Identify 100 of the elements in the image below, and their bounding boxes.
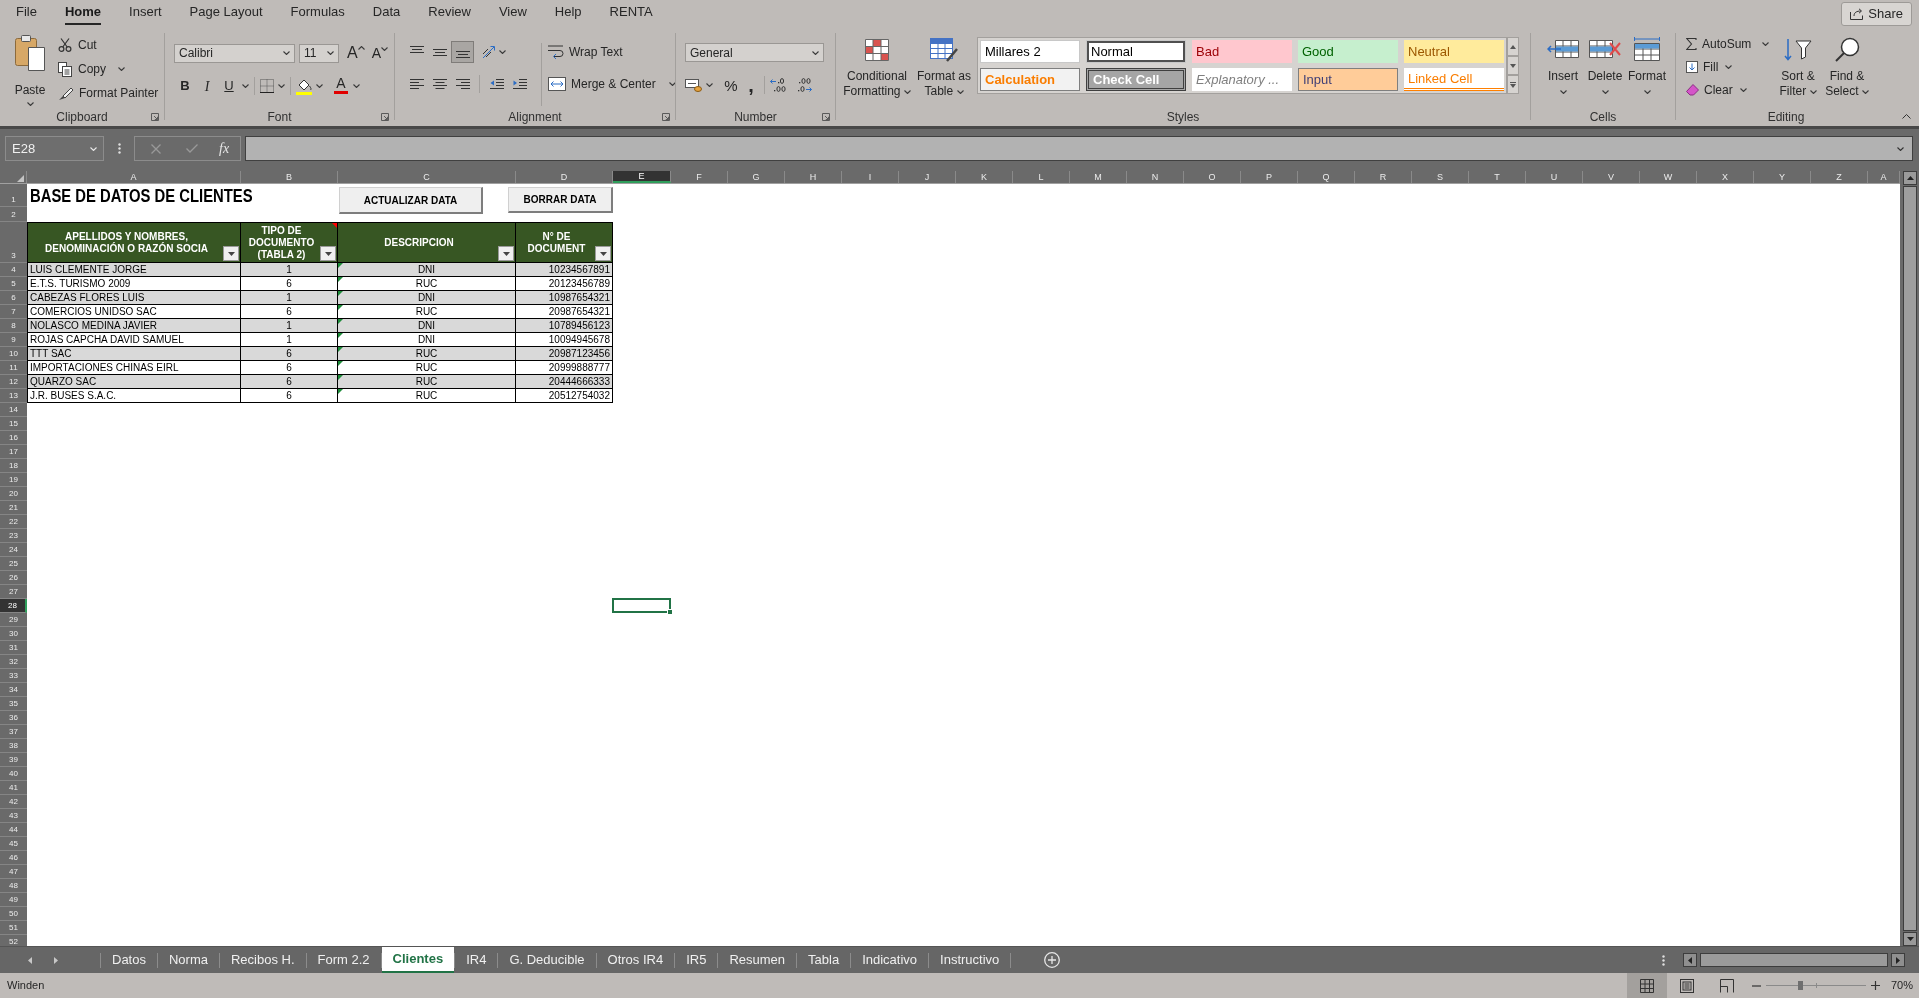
name-box[interactable]: E28 (5, 136, 104, 161)
vertical-dots-icon[interactable] (118, 143, 121, 154)
ribbon-tab[interactable]: RENTA (595, 0, 667, 27)
ribbon-tab[interactable]: Insert (115, 0, 176, 27)
find-select-button[interactable]: Find & Select (1822, 34, 1872, 108)
column-header[interactable]: S (1412, 171, 1469, 183)
triangle-left-icon[interactable] (28, 956, 32, 964)
zoom-out-icon[interactable] (1751, 984, 1761, 987)
ribbon-tab[interactable]: Formulas (276, 0, 359, 27)
scroll-thumb[interactable] (1700, 953, 1888, 967)
zoom-in-icon[interactable] (1870, 981, 1880, 990)
format-button[interactable]: Format (1627, 35, 1667, 108)
gallery-scroll-button[interactable] (1507, 75, 1519, 94)
column-header[interactable]: P (1241, 171, 1298, 183)
bold-button[interactable]: B (174, 76, 196, 96)
font-size-dropdown[interactable]: 11 (299, 43, 339, 63)
sheet-tab[interactable]: Tabla (797, 947, 851, 973)
sheet-tab[interactable]: IR4 (455, 947, 498, 973)
vertical-dots-icon[interactable] (1662, 954, 1665, 966)
grow-font-button[interactable]: A (345, 43, 367, 63)
sheet-tab[interactable]: Datos (101, 947, 157, 973)
sheet-tab[interactable]: Resumen (718, 947, 797, 973)
share-button[interactable]: Share (1841, 2, 1912, 26)
format-as-table-button[interactable]: Format as Table (914, 35, 974, 108)
sheet-tab[interactable]: G. Deducible (498, 947, 596, 973)
view-button[interactable] (1626, 973, 1667, 998)
fill-handle[interactable] (667, 609, 673, 615)
column-header[interactable]: I (842, 171, 899, 183)
ribbon-tab[interactable]: Page Layout (175, 0, 277, 27)
fill-button[interactable]: Fill (1686, 57, 1774, 77)
align-left-icon[interactable] (409, 79, 424, 89)
autosum-button[interactable]: AutoSum (1686, 34, 1774, 54)
decimal-arrow-icon[interactable] (770, 78, 787, 92)
gallery-scroll-button[interactable] (1507, 56, 1519, 75)
dialog-launcher-icon[interactable] (662, 113, 670, 121)
column-header[interactable]: H (785, 171, 842, 183)
zoom-percent[interactable]: 70% (1890, 977, 1913, 994)
column-header[interactable]: C (338, 171, 516, 183)
cell-style-item[interactable]: Millares 2 (980, 40, 1080, 63)
sheet-tab[interactable]: Norma (157, 947, 219, 973)
wrap-text-button[interactable]: Wrap Text (548, 41, 676, 63)
cell-style-item[interactable]: Good (1298, 40, 1398, 63)
scroll-thumb[interactable] (1903, 186, 1917, 931)
dialog-launcher-icon[interactable] (381, 113, 389, 121)
scroll-down-button[interactable] (1903, 932, 1917, 946)
cell-style-item[interactable]: Explanatory ... (1192, 68, 1292, 91)
ribbon-tab[interactable]: Data (358, 0, 415, 27)
ribbon-tab[interactable]: View (484, 0, 541, 27)
row-header[interactable]: 28 (0, 599, 27, 613)
column-header[interactable]: G (728, 171, 785, 183)
indent-icon[interactable] (512, 79, 527, 89)
ribbon-tab[interactable]: Home (50, 0, 116, 27)
column-header[interactable]: Z (1811, 171, 1868, 183)
chevron-up-icon[interactable] (1902, 114, 1911, 119)
filter-dropdown-button[interactable] (595, 246, 611, 261)
sheet-tab[interactable]: Indicativo (851, 947, 929, 973)
filter-dropdown-button[interactable] (320, 246, 336, 261)
font-name-dropdown[interactable]: Calibri (174, 43, 295, 63)
slider-thumb[interactable] (1797, 981, 1803, 990)
number-format-dropdown[interactable]: General (685, 43, 824, 62)
percent-button[interactable]: % (722, 75, 740, 95)
underline-button[interactable]: U (218, 76, 240, 96)
sort-filter-button[interactable]: Sort & Filter (1774, 34, 1822, 108)
column-header[interactable]: A (27, 171, 241, 183)
ribbon-tab[interactable]: Help (540, 0, 596, 27)
sheet-tab[interactable]: IR5 (675, 947, 718, 973)
insert-button[interactable]: Insert (1543, 35, 1583, 108)
paste-button[interactable]: Paste (10, 35, 50, 107)
sheet-button[interactable]: BORRAR DATA (508, 187, 613, 213)
insert-function-button[interactable]: fx (219, 141, 230, 156)
column-header[interactable]: N (1127, 171, 1184, 183)
dialog-launcher-icon[interactable] (151, 113, 159, 121)
cell-style-item[interactable]: Input (1298, 68, 1398, 91)
cell-style-item[interactable]: Normal (1086, 40, 1186, 63)
column-header[interactable]: W (1640, 171, 1697, 183)
gallery-scroll-button[interactable] (1507, 37, 1519, 56)
merge-center-button[interactable]: Merge & Center (548, 73, 676, 95)
cell-style-item[interactable]: Linked Cell (1404, 68, 1504, 91)
align-right-icon[interactable] (455, 79, 470, 89)
filter-dropdown-button[interactable] (223, 246, 239, 261)
delete-button[interactable]: Delete (1585, 35, 1625, 108)
sheet-tab[interactable]: Instructivo (929, 947, 1011, 973)
cell-style-item[interactable]: Neutral (1404, 40, 1504, 63)
column-header[interactable]: O (1184, 171, 1241, 183)
formula-input[interactable] (245, 136, 1913, 161)
add-sheet-icon[interactable] (1044, 952, 1061, 968)
column-header[interactable]: J (899, 171, 956, 183)
font-color-button[interactable]: A (333, 76, 349, 96)
shrink-font-button[interactable]: A (369, 43, 390, 63)
column-header[interactable]: Y (1754, 171, 1811, 183)
column-header[interactable]: F (671, 171, 728, 183)
column-header[interactable]: T (1469, 171, 1526, 183)
sheet-button[interactable]: ACTUALIZAR DATA (339, 187, 483, 214)
select-all-icon[interactable] (17, 175, 24, 182)
format-painter-button[interactable]: Format Painter (58, 83, 159, 103)
ribbon-tab[interactable]: Review (414, 0, 485, 27)
column-header[interactable]: K (956, 171, 1013, 183)
comma-style-button[interactable]: , (743, 75, 759, 95)
vertical-align-button[interactable] (451, 41, 474, 63)
column-header[interactable]: M (1070, 171, 1127, 183)
